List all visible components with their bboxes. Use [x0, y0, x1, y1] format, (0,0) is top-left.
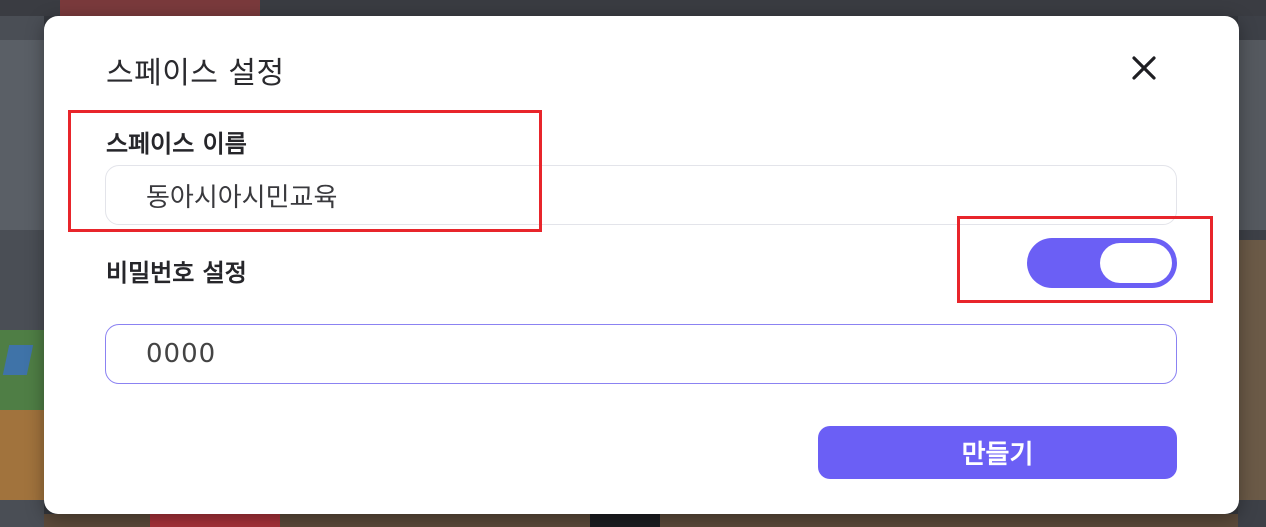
- space-name-input[interactable]: 동아시아시민교육: [105, 165, 1177, 225]
- background-decoration: [0, 410, 44, 500]
- close-icon: [1132, 56, 1156, 80]
- background-decoration: [1238, 40, 1266, 230]
- password-toggle[interactable]: [1027, 238, 1177, 288]
- close-button[interactable]: [1122, 46, 1166, 90]
- background-decoration: [150, 514, 280, 527]
- password-setting-label: 비밀번호 설정: [106, 259, 247, 287]
- create-button[interactable]: 만들기: [818, 426, 1177, 479]
- password-input[interactable]: 0000: [105, 324, 1177, 384]
- password-value: 0000: [146, 339, 217, 369]
- background-decoration: [1238, 240, 1266, 500]
- space-name-value: 동아시아시민교육: [146, 182, 338, 213]
- background-decoration: [60, 0, 260, 16]
- modal-title: 스페이스 설정: [106, 56, 285, 91]
- background-decoration: [0, 40, 44, 230]
- toggle-knob: [1100, 243, 1172, 283]
- background-decoration: [590, 514, 660, 527]
- space-name-label: 스페이스 이름: [106, 130, 247, 158]
- space-settings-modal: 스페이스 설정 스페이스 이름 동아시아시민교육 비밀번호 설정 0000 만들…: [44, 16, 1239, 514]
